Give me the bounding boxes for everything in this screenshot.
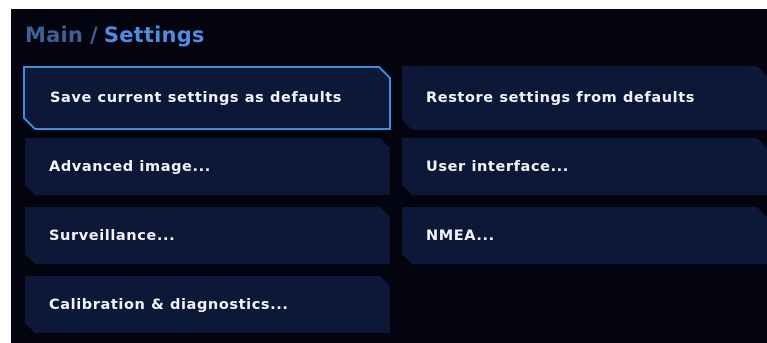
calibration-diagnostics-button[interactable]: Calibration & diagnostics... (25, 276, 390, 333)
user-interface-label: User interface... (426, 158, 569, 175)
surveillance-button[interactable]: Surveillance... (25, 207, 390, 264)
settings-panel: Main / Settings Save current settings as d… (11, 9, 767, 343)
advanced-image-button[interactable]: Advanced image... (25, 138, 390, 195)
restore-defaults-label: Restore settings from defaults (426, 90, 695, 106)
breadcrumb-separator: / (90, 23, 98, 47)
surveillance-label: Surveillance... (49, 227, 176, 244)
breadcrumb-main[interactable]: Main (25, 23, 83, 47)
breadcrumb: Main / Settings (25, 23, 205, 47)
nmea-label: NMEA... (426, 227, 495, 244)
user-interface-button[interactable]: User interface... (402, 138, 767, 195)
focus-ring (23, 66, 391, 130)
advanced-image-label: Advanced image... (49, 158, 211, 175)
restore-defaults-button[interactable]: Restore settings from defaults (402, 66, 767, 130)
calibration-diagnostics-label: Calibration & diagnostics... (49, 296, 289, 313)
nmea-button[interactable]: NMEA... (402, 207, 767, 264)
breadcrumb-current: Settings (103, 23, 205, 47)
